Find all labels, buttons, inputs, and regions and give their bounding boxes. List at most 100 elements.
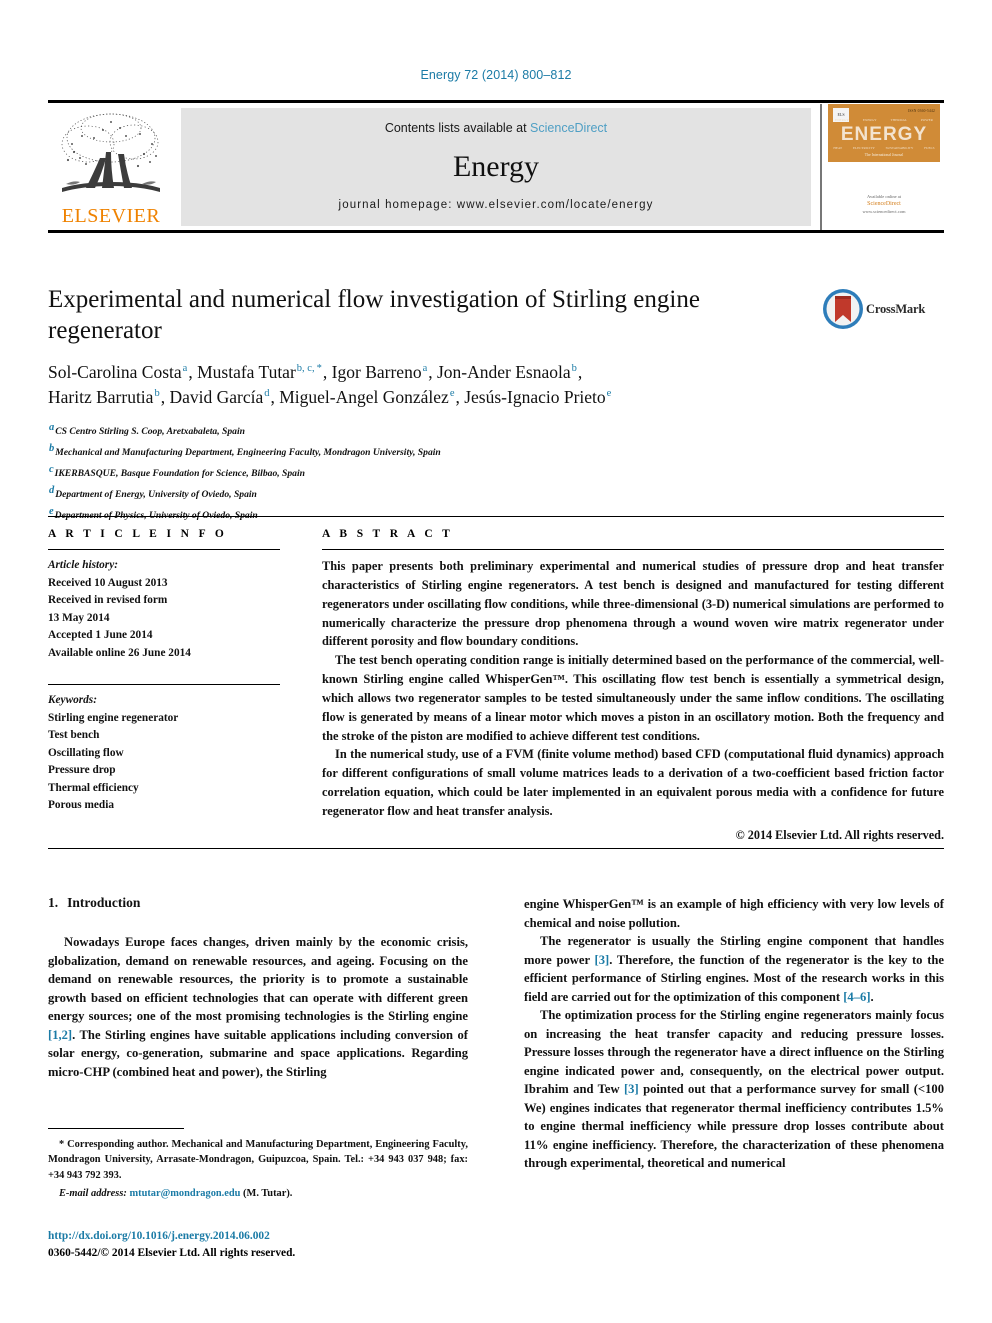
info-section-top-rule: [48, 516, 944, 517]
corresponding-author-note: * Corresponding author. Mechanical and M…: [48, 1139, 468, 1181]
running-head: Energy 72 (2014) 800–812: [420, 68, 572, 82]
affiliation-item: cIKERBASQUE, Basque Foundation for Scien…: [48, 461, 808, 482]
cover-journal-title: ENERGY: [840, 124, 928, 145]
paragraph-text: Nowadays Europe faces changes, driven ma…: [48, 935, 468, 1023]
section-heading-introduction: 1. Introduction: [48, 895, 468, 911]
crossmark-icon: [823, 289, 863, 329]
footnote-rule: [48, 1128, 184, 1129]
affiliation-item: eDepartment of Physics, University of Ov…: [48, 503, 808, 524]
author-item: Jon-Ander Esnaolab,: [437, 362, 582, 382]
cover-label2-0: HEAT: [833, 146, 843, 150]
masthead-top-rule: [48, 100, 944, 103]
journal-homepage-link[interactable]: journal homepage: www.elsevier.com/locat…: [181, 199, 811, 211]
body-paragraph: Nowadays Europe faces changes, driven ma…: [48, 933, 468, 1081]
affiliation-item: bMechanical and Manufacturing Department…: [48, 440, 808, 461]
issn-copyright-line: 0360-5442/© 2014 Elsevier Ltd. All right…: [48, 1247, 296, 1260]
author-name: Jesús-Ignacio Prieto: [464, 386, 606, 407]
paragraph-text: . The Stirling engines have suitable app…: [48, 1027, 468, 1079]
email-note: E-mail address: mtutar@mondragon.edu (M.…: [48, 1186, 468, 1201]
abstract-text: This paper presents both preliminary exp…: [322, 557, 944, 821]
citation-link[interactable]: [4–6]: [843, 990, 870, 1004]
contents-available-line: Contents lists available at ScienceDirec…: [181, 108, 811, 135]
keyword-item: Stirling engine regenerator: [48, 711, 179, 724]
affiliation-text: Mechanical and Manufacturing Department,…: [55, 446, 441, 458]
journal-title: Energy: [452, 150, 540, 183]
body-left-column: 1. Introduction Nowadays Europe faces cha…: [48, 895, 468, 1081]
history-item: Received 10 August 2013: [48, 576, 168, 589]
abstract-paragraph: The test bench operating condition range…: [322, 653, 944, 743]
author-line-1: Sol-Carolina Costaa, Mustafa Tutarb, c, …: [48, 360, 808, 385]
cover-label-3: POWER: [921, 118, 933, 122]
author-line-2: Haritz Barrutiab, David Garcíad, Miguel-…: [48, 385, 808, 410]
section-label: Introduction: [67, 895, 141, 910]
author-list: Sol-Carolina Costaa, Mustafa Tutarb, c, …: [48, 360, 808, 410]
footnote-block: * Corresponding author. Mechanical and M…: [48, 1128, 468, 1202]
journal-article-page: Energy 72 (2014) 800–812 ELSEVIER Conten…: [0, 0, 992, 1323]
affiliation-text: Department of Energy, University of Ovie…: [55, 488, 257, 500]
citation-link[interactable]: [1,2]: [48, 1028, 72, 1042]
author-affiliation-marker: b, c, *: [296, 363, 322, 375]
history-item: Accepted 1 June 2014: [48, 629, 153, 641]
article-info-heading: A R T I C L E I N F O: [48, 528, 228, 540]
elsevier-tree-icon: [61, 113, 160, 192]
cover-label-0: ENERGY: [835, 118, 849, 122]
article-history-label: Article history:: [48, 559, 118, 571]
journal-masthead: ELSEVIER Contents lists available at Sci…: [48, 100, 944, 233]
abstract-column: A B S T R A C T This paper presents both…: [322, 528, 944, 843]
section-number: 1.: [48, 895, 59, 910]
history-item: Available online 26 June 2014: [48, 646, 191, 659]
citation-link[interactable]: [3]: [624, 1082, 639, 1096]
keywords-label: Keywords:: [48, 694, 97, 706]
citation-link[interactable]: [3]: [595, 953, 610, 967]
doi-link[interactable]: http://dx.doi.org/10.1016/j.energy.2014.…: [48, 1228, 468, 1245]
author-sep: ,: [188, 362, 198, 382]
author-name: David García: [169, 386, 264, 407]
elsevier-wordmark: ELSEVIER: [61, 205, 161, 227]
cover-label-2: THERMAL: [890, 118, 907, 122]
cover-label2-1: ELECTRICITY: [852, 146, 875, 150]
author-affiliation-marker: b: [154, 388, 160, 400]
body-paragraph: The regenerator is usually the Stirling …: [524, 932, 944, 1006]
author-affiliation-marker: b: [571, 363, 577, 375]
article-header: Experimental and numerical flow investig…: [48, 285, 808, 524]
crossmark-badge[interactable]: CrossMark: [822, 288, 942, 334]
author-item: David Garcíad,: [169, 387, 279, 407]
author-name: Sol-Carolina Costa: [48, 362, 182, 382]
doi-block: http://dx.doi.org/10.1016/j.energy.2014.…: [48, 1228, 468, 1262]
cover-top-labels: ENERGY EXERGY THERMAL POWER: [828, 118, 940, 122]
author-item: Haritz Barrutiab,: [48, 387, 169, 407]
affiliation-list: aCS Centro Stirling S. Coop, Aretxabalet…: [48, 419, 808, 524]
cover-label2-3: FUELS: [924, 146, 935, 150]
cover-sciencedirect-url: www.sciencedirect.com: [862, 209, 906, 215]
cover-top-band: ELS ISSN 0360-5442 ENERGY EXERGY THERMAL…: [828, 104, 940, 162]
paragraph-text: engine WhisperGen™ is an example of high…: [524, 897, 944, 930]
affiliation-item: dDepartment of Energy, University of Ovi…: [48, 482, 808, 503]
paragraph-text: .: [870, 989, 874, 1004]
sciencedirect-link[interactable]: ScienceDirect: [530, 121, 607, 135]
affiliation-marker: c: [49, 463, 54, 475]
abstract-paragraph: This paper presents both preliminary exp…: [322, 559, 944, 649]
body-paragraph: engine WhisperGen™ is an example of high…: [524, 895, 944, 932]
cover-label2-2: SUSTAINABILITY: [885, 146, 914, 150]
article-history-block: Article history: Received 10 August 2013…: [48, 557, 280, 662]
author-sep: ,: [322, 362, 332, 382]
cover-bottom-labels: HEAT ELECTRICITY SUSTAINABILITY FUELS: [828, 146, 940, 150]
author-name: Mustafa Tutar: [197, 362, 296, 382]
keyword-item: Porous media: [48, 799, 115, 811]
keyword-item: Pressure drop: [48, 764, 116, 776]
cover-bottom-area: Available online at ScienceDirect www.sc…: [828, 162, 940, 224]
abstract-rule: [322, 549, 944, 550]
article-info-rule: [48, 549, 280, 550]
author-item: Sol-Carolina Costaa,: [48, 362, 197, 382]
history-item: 13 May 2014: [48, 611, 110, 624]
author-sep: ,: [577, 362, 583, 382]
article-info-column: A R T I C L E I N F O Article history: R…: [48, 528, 280, 815]
abstract-copyright: © 2014 Elsevier Ltd. All rights reserved…: [735, 827, 944, 842]
email-label: E-mail address:: [59, 1188, 127, 1200]
email-owner: (M. Tutar).: [243, 1188, 293, 1200]
elsevier-logo: ELSEVIER: [48, 108, 174, 228]
email-link[interactable]: mtutar@mondragon.edu: [129, 1188, 240, 1199]
keywords-rule: [48, 684, 280, 685]
masthead-bottom-rule: [48, 230, 944, 233]
author-item: Mustafa Tutarb, c, *,: [197, 362, 332, 382]
